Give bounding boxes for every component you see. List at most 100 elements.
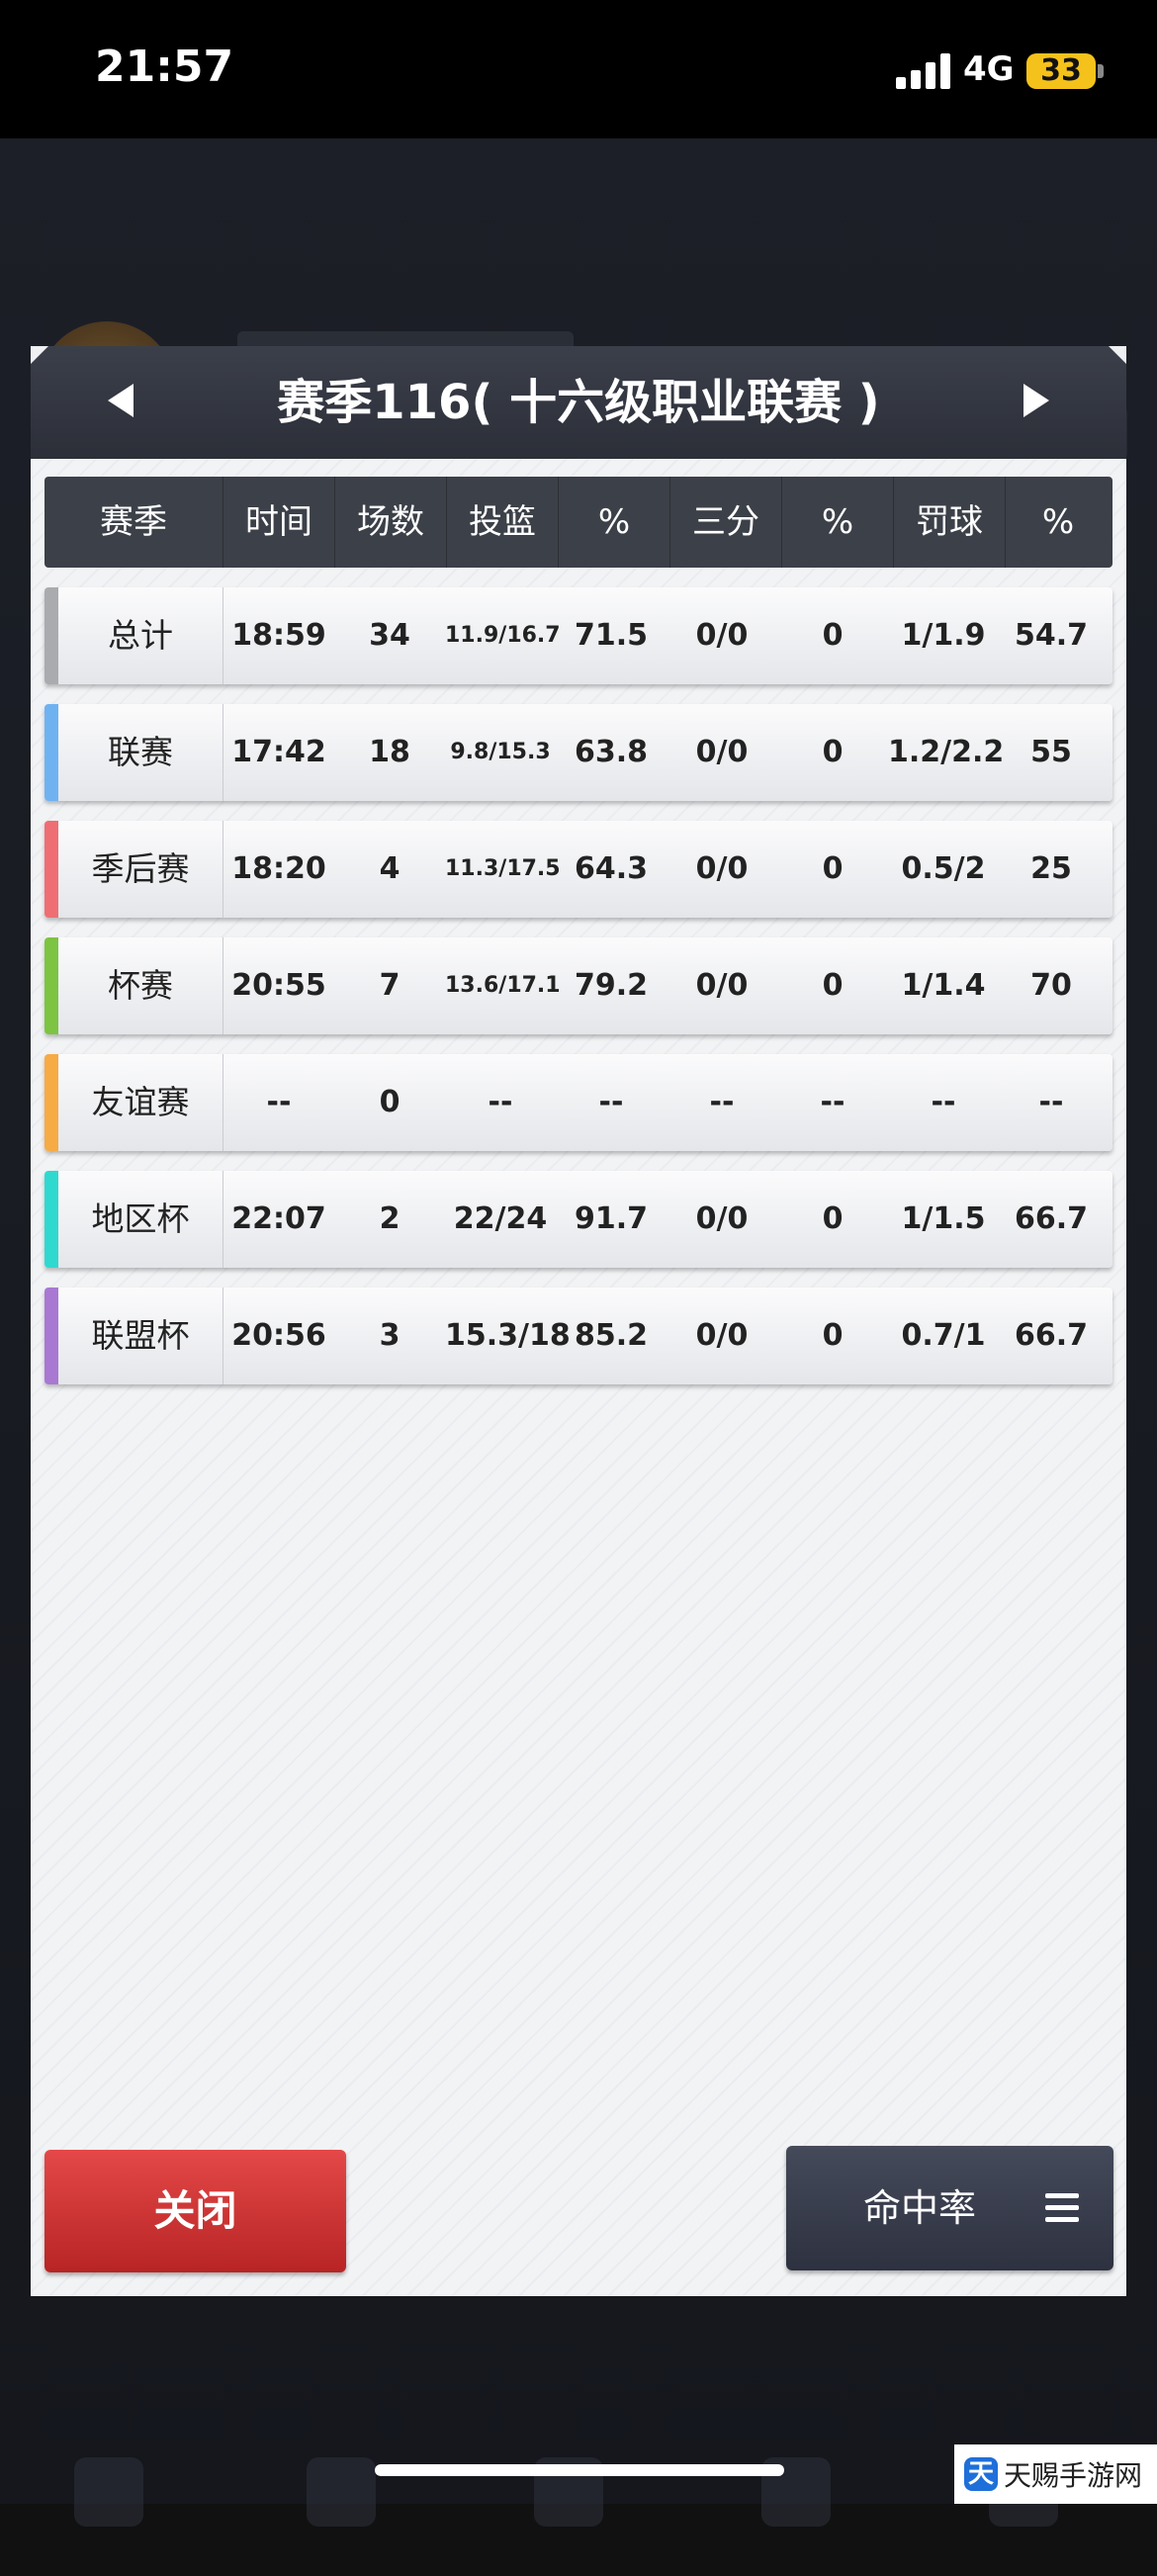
stat-cell: 18:59 (231, 618, 326, 653)
stat-cell: 3 (379, 1318, 400, 1353)
stat-cell: -- (709, 1085, 735, 1119)
stat-cell: 0 (379, 1085, 400, 1119)
stat-cell: 17:42 (231, 735, 326, 769)
watermark: 天 天赐手游网 (954, 2444, 1157, 2504)
close-button[interactable]: 关闭 (44, 2150, 346, 2272)
stat-cell: 0/0 (695, 1318, 749, 1353)
stat-cell: -- (820, 1085, 846, 1119)
stat-cell: 0/0 (695, 851, 749, 886)
stat-cell: 70 (1030, 968, 1072, 1003)
stat-cell: 0/0 (695, 735, 749, 769)
status-time: 21:57 (95, 42, 234, 92)
column-header: 罚球 (894, 477, 1006, 568)
stat-cell: 0/0 (695, 618, 749, 653)
table-row[interactable]: 联盟杯 20:56 3 15.3/18 85.2 0/0 0 0.7/1 66.… (44, 1288, 1112, 1384)
stat-cell: 0.7/1 (901, 1318, 986, 1353)
stat-cell: 0 (822, 618, 844, 653)
stat-cell: 13.6/17.1 (445, 973, 561, 998)
stat-cell: 0/0 (695, 1201, 749, 1236)
stat-cell: 1/1.9 (901, 618, 986, 653)
row-color-strip (44, 704, 58, 801)
row-label: 总计 (58, 587, 223, 684)
watermark-logo: 天 (964, 2457, 998, 2491)
stat-cell: 85.2 (574, 1318, 649, 1353)
row-color-strip (44, 1171, 58, 1268)
table-row[interactable]: 季后赛 18:20 4 11.3/17.5 64.3 0/0 0 0.5/2 2… (44, 821, 1112, 918)
stat-cell: 4 (379, 851, 400, 886)
stat-cell: 34 (369, 618, 410, 653)
row-color-strip (44, 1288, 58, 1384)
stat-cell: 63.8 (574, 735, 649, 769)
stat-cell: 7 (379, 968, 400, 1003)
stat-cell: 15.3/18 (445, 1318, 571, 1353)
stat-cell: 0/0 (695, 968, 749, 1003)
stat-cell: 11.3/17.5 (445, 856, 561, 881)
column-header: % (1041, 502, 1075, 542)
stat-cell: -- (488, 1085, 513, 1119)
status-bar: 21:57 4G 33 (0, 0, 1157, 138)
dialog-header: 赛季116( 十六级职业联赛 ) (31, 346, 1126, 459)
stat-cell: 1/1.5 (901, 1201, 986, 1236)
stat-cell: 0 (822, 735, 844, 769)
battery-tip (1098, 64, 1104, 78)
stat-cell: -- (266, 1085, 292, 1119)
stat-cell: 54.7 (1014, 618, 1089, 653)
column-header: 时间 (223, 477, 335, 568)
arrow-left-icon[interactable] (108, 384, 134, 417)
stat-cell: 11.9/16.7 (445, 623, 561, 648)
signal-icon (896, 53, 955, 89)
stat-cell: 0.5/2 (901, 851, 986, 886)
table-row[interactable]: 友谊赛 -- 0 -- -- -- -- -- -- (44, 1054, 1112, 1151)
table-header: 赛季 时间 场数 投篮 % 三分 % 罚球 % (44, 477, 1112, 568)
row-label: 季后赛 (58, 821, 223, 918)
table-row[interactable]: 总计 18:59 34 11.9/16.7 71.5 0/0 0 1/1.9 5… (44, 587, 1112, 684)
column-header: 投篮 (447, 477, 559, 568)
stat-cell: 55 (1030, 735, 1072, 769)
table-row[interactable]: 杯赛 20:55 7 13.6/17.1 79.2 0/0 0 1/1.4 70 (44, 937, 1112, 1034)
stat-cell: 1/1.4 (901, 968, 986, 1003)
stat-cell: 9.8/15.3 (450, 740, 551, 764)
stat-cell: 2 (379, 1201, 400, 1236)
network-type: 4G (963, 49, 1015, 89)
hit-rate-label: 命中率 (863, 2186, 977, 2230)
stat-cell: 25 (1030, 851, 1072, 886)
column-header: % (782, 477, 894, 568)
stat-cell: 20:56 (231, 1318, 326, 1353)
column-header: % (559, 477, 670, 568)
season-stats-dialog: 赛季116( 十六级职业联赛 ) 赛季 时间 场数 投篮 % 三分 % 罚球 %… (31, 346, 1126, 2296)
stat-cell: 66.7 (1014, 1318, 1089, 1353)
stat-cell: -- (1038, 1085, 1064, 1119)
stat-cell: 22/24 (453, 1201, 548, 1236)
row-color-strip (44, 821, 58, 918)
stat-cell: -- (598, 1085, 624, 1119)
battery-icon: 33 (1026, 53, 1096, 89)
home-indicator[interactable] (375, 2464, 784, 2476)
stat-cell: 18:20 (231, 851, 326, 886)
column-header: 三分 (670, 477, 782, 568)
table-row[interactable]: 联赛 17:42 18 9.8/15.3 63.8 0/0 0 1.2/2.2 … (44, 704, 1112, 801)
stat-cell: 91.7 (574, 1201, 649, 1236)
stat-cell: 64.3 (574, 851, 649, 886)
stat-cell: 1.2/2.2 (888, 735, 1005, 769)
row-color-strip (44, 587, 58, 684)
watermark-text: 天赐手游网 (1004, 2459, 1143, 2492)
stat-cell: 0 (822, 968, 844, 1003)
arrow-right-icon[interactable] (1024, 384, 1049, 417)
stat-cell: 0 (822, 1201, 844, 1236)
row-label: 联赛 (58, 704, 223, 801)
row-label: 友谊赛 (58, 1054, 223, 1151)
row-color-strip (44, 1054, 58, 1151)
menu-icon (1045, 2193, 1079, 2223)
stat-cell: -- (931, 1085, 956, 1119)
stat-cell: 66.7 (1014, 1201, 1089, 1236)
column-header: 场数 (335, 477, 447, 568)
stat-cell: 22:07 (231, 1201, 326, 1236)
table-row[interactable]: 地区杯 22:07 2 22/24 91.7 0/0 0 1/1.5 66.7 (44, 1171, 1112, 1268)
row-color-strip (44, 937, 58, 1034)
column-header: 赛季 (44, 477, 223, 568)
hit-rate-button[interactable]: 命中率 (786, 2146, 1113, 2270)
row-label: 联盟杯 (58, 1288, 223, 1384)
stats-table: 赛季 时间 场数 投篮 % 三分 % 罚球 % 总计 18:59 34 11.9… (31, 459, 1126, 2296)
season-title: 赛季116( 十六级职业联赛 ) (277, 375, 880, 430)
row-label: 地区杯 (58, 1171, 223, 1268)
